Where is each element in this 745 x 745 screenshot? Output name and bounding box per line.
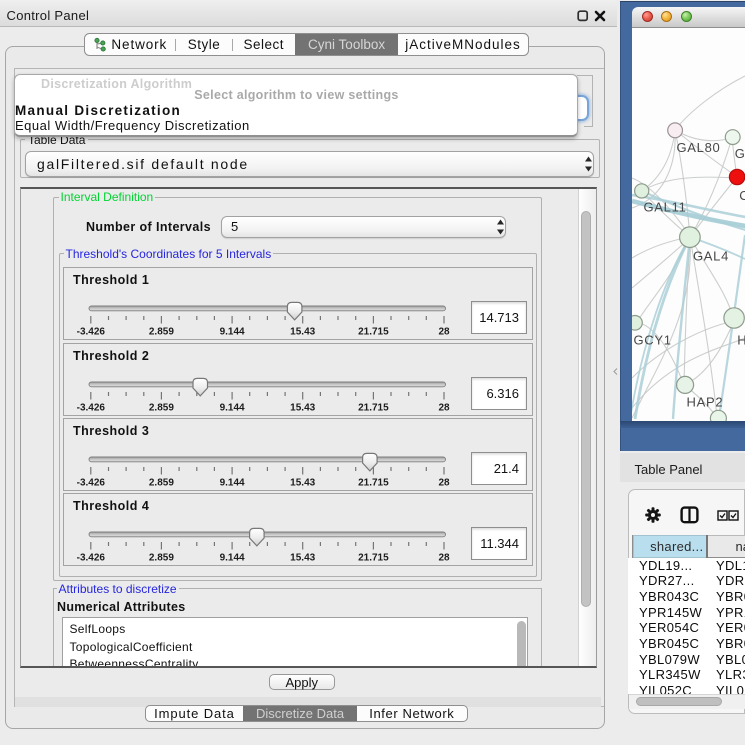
svg-text:H: H — [737, 332, 745, 347]
svg-text:GAL80: GAL80 — [676, 140, 720, 155]
svg-text:HAP2: HAP2 — [686, 394, 723, 409]
svg-text:G.: G. — [734, 146, 745, 161]
svg-text:C: C — [739, 188, 745, 203]
svg-text:GAL4: GAL4 — [693, 248, 729, 263]
svg-text:GCY1: GCY1 — [633, 332, 671, 347]
svg-text:GAL11: GAL11 — [643, 199, 686, 214]
